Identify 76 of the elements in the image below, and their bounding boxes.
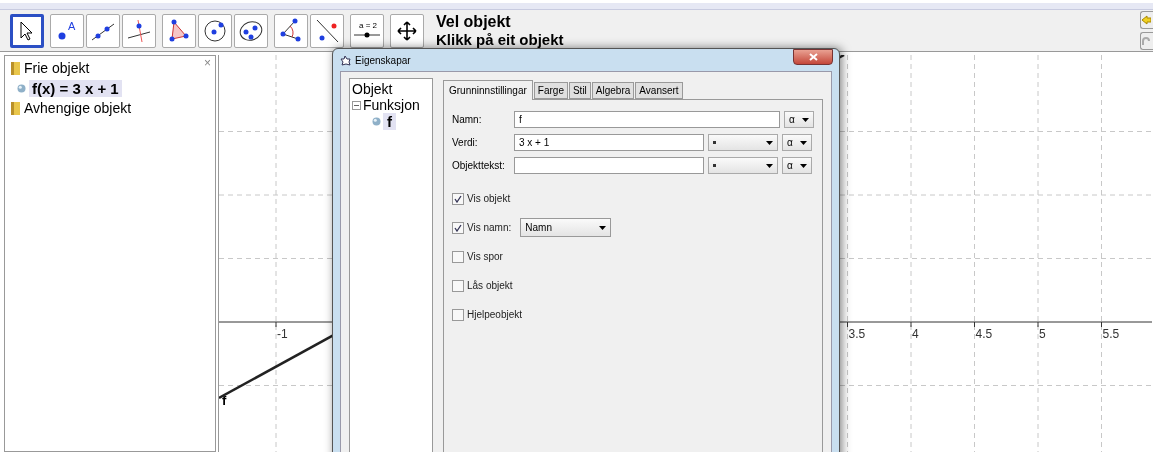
tool-button[interactable] [162, 13, 196, 48]
symbol-button[interactable]: α [782, 157, 812, 174]
axis-tick-label: 4 [912, 327, 919, 341]
folder-icon [11, 101, 20, 115]
axis-tick-label: -1 [277, 327, 288, 341]
axis-tick-label: 4.5 [975, 327, 993, 341]
tree-node[interactable]: Funksjon [363, 97, 420, 113]
tool-button[interactable] [10, 13, 44, 48]
object-item[interactable]: f(x) = 3 x + 1 [29, 79, 122, 97]
checkbox-label: Vis objekt [467, 193, 511, 204]
text-field[interactable] [514, 157, 704, 174]
text-field[interactable]: f [514, 111, 780, 128]
tree-item[interactable]: f [383, 113, 396, 130]
tab[interactable]: Avansert [635, 82, 683, 99]
field-label: Objekttekst: [452, 160, 506, 171]
tab[interactable]: Farge [533, 82, 568, 99]
caret-icon [802, 117, 809, 122]
tab[interactable]: Grunninnstillingar [443, 80, 533, 100]
symbol-button[interactable]: α [784, 111, 814, 128]
ball-icon [17, 83, 26, 93]
tool-button[interactable] [310, 13, 344, 48]
group-label[interactable]: Avhengige objekt [24, 100, 132, 116]
close-button[interactable]: × [204, 56, 211, 70]
folder-icon [11, 61, 20, 75]
field-label: Namn: [452, 114, 483, 125]
tool-button[interactable] [198, 13, 232, 48]
close-button[interactable] [793, 49, 833, 65]
format-dropdown[interactable] [708, 134, 778, 151]
group-label[interactable]: Frie objekt [24, 60, 90, 76]
caret-icon [800, 163, 807, 168]
arrow-icon [1141, 15, 1151, 26]
dialog-title: Eigenskapar [355, 54, 411, 66]
reflect-icon [314, 17, 340, 44]
axis-tick-label: 3.5 [848, 327, 866, 341]
checkbox[interactable] [452, 221, 464, 234]
arrow-cursor-icon [20, 20, 34, 41]
tool-title: Vel objekt [436, 13, 512, 32]
label-dropdown[interactable]: Namn [520, 218, 612, 237]
ball-icon [372, 117, 381, 126]
caret-icon [766, 163, 773, 168]
format-dropdown[interactable] [708, 157, 778, 174]
tab[interactable]: Algebra [591, 82, 635, 99]
checkbox-label: Lås objekt [467, 280, 513, 291]
tool-hint: Klikk på eit objekt [436, 31, 564, 49]
tool-button[interactable] [122, 13, 156, 48]
circle-icon [202, 17, 228, 44]
tab[interactable]: Stil [568, 82, 591, 99]
tool-button[interactable] [274, 13, 308, 48]
check-icon [454, 223, 462, 232]
close-icon [808, 53, 818, 61]
checkbox-label: Hjelpeobjekt [467, 309, 523, 320]
checkbox[interactable] [452, 250, 464, 263]
checkbox-label: Vis namn: [467, 222, 512, 233]
collapse-icon[interactable] [352, 100, 361, 110]
axis-tick-label: 5 [1039, 327, 1046, 341]
tree-root: Objekt [352, 81, 394, 97]
checkbox[interactable] [452, 192, 464, 205]
caret-icon [766, 140, 773, 145]
symbol-button[interactable]: α [782, 134, 812, 151]
field-label: Verdi: [452, 137, 479, 148]
curve-label: f [222, 393, 227, 408]
caret-icon [800, 140, 807, 145]
tool-button[interactable] [234, 13, 268, 48]
text-field[interactable]: 3 x + 1 [514, 134, 704, 151]
check-icon [454, 194, 462, 203]
axis-tick-label: 5.5 [1102, 327, 1120, 341]
move-arrows-icon [397, 20, 417, 41]
checkbox[interactable] [452, 279, 464, 292]
small-mark-icon [713, 163, 717, 168]
checkbox-label: Vis spor [467, 251, 503, 262]
checkbox[interactable] [452, 308, 464, 321]
tool-button[interactable] [390, 13, 424, 48]
small-mark-icon [713, 140, 717, 145]
tool-button[interactable] [86, 13, 120, 48]
perpendicular-line-icon [126, 17, 152, 44]
caret-icon [599, 225, 607, 230]
